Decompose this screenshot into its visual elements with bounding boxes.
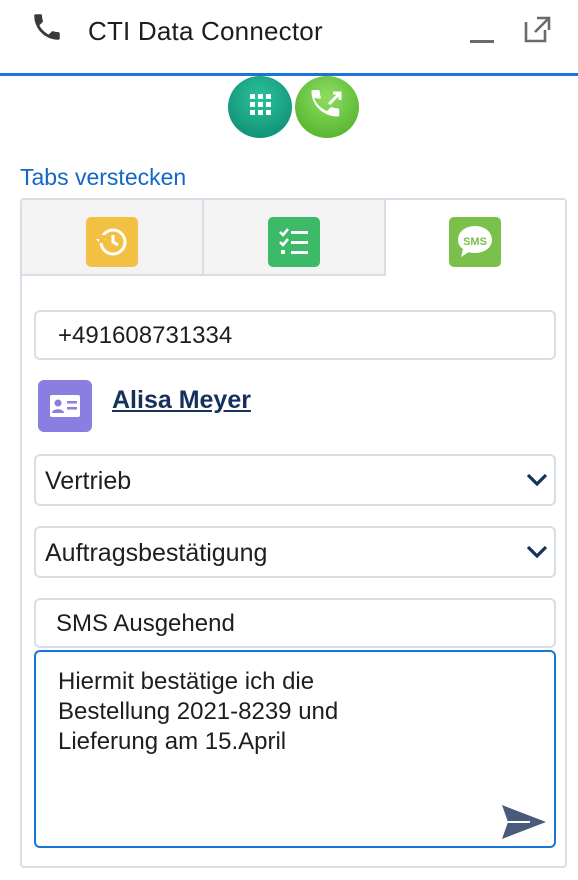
tab-history[interactable]: [22, 200, 204, 276]
hide-tabs-link[interactable]: Tabs verstecken: [20, 164, 186, 191]
sms-panel: SMS +491608731334 Alisa Meyer Vertrieb A…: [20, 198, 567, 868]
contact-name-link[interactable]: Alisa Meyer: [112, 386, 251, 415]
department-select[interactable]: Vertrieb: [34, 454, 556, 506]
subject-field[interactable]: SMS Ausgehend: [34, 598, 556, 648]
history-icon: [86, 217, 138, 267]
chevron-down-icon: [526, 473, 548, 487]
message-line: Lieferung am 15.April: [58, 728, 287, 755]
template-select[interactable]: Auftragsbestätigung: [34, 526, 556, 578]
subject-value: SMS Ausgehend: [56, 610, 235, 637]
contact-card-icon: [38, 380, 92, 432]
chevron-down-icon: [526, 545, 548, 559]
minimize-icon[interactable]: [466, 14, 500, 48]
template-selected-value: Auftragsbestätigung: [45, 539, 268, 567]
app-title: CTI Data Connector: [88, 16, 323, 46]
tab-sms[interactable]: SMS: [386, 200, 565, 276]
department-selected-value: Vertrieb: [45, 467, 132, 495]
message-textarea[interactable]: Hiermit bestätige ich die Bestellung 202…: [34, 650, 556, 848]
sms-icon-label: SMS: [463, 236, 487, 248]
message-line: Hiermit bestätige ich die: [58, 668, 315, 695]
message-line: Bestellung 2021-8239 und: [58, 698, 339, 725]
call-transfer-button[interactable]: [295, 76, 359, 138]
dialpad-button[interactable]: [228, 76, 292, 138]
phone-number-value: +491608731334: [58, 322, 233, 349]
phone-icon: [30, 10, 64, 44]
popout-icon[interactable]: [522, 14, 552, 44]
send-icon[interactable]: [500, 802, 548, 842]
tab-tasks[interactable]: [204, 200, 386, 276]
task-list-icon: [268, 217, 320, 267]
dialpad-icon: [250, 94, 271, 115]
call-transfer-icon: [311, 90, 342, 117]
sms-icon: SMS: [449, 217, 501, 267]
tab-bar: SMS: [22, 200, 565, 276]
phone-number-field[interactable]: +491608731334: [34, 310, 556, 360]
header-bar: CTI Data Connector: [0, 0, 578, 76]
